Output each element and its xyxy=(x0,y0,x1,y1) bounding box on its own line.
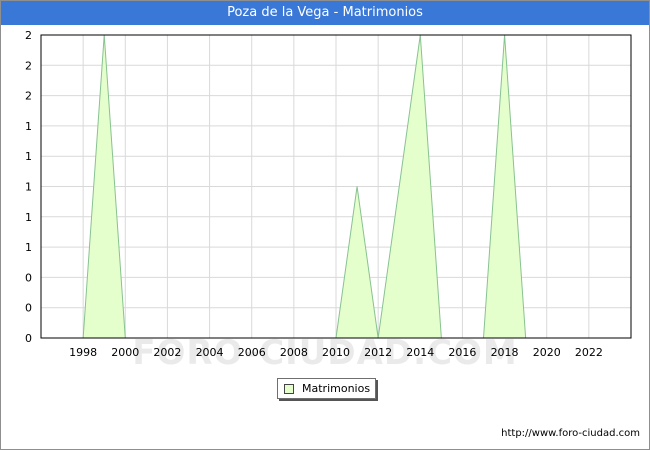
legend: Matrimonios xyxy=(277,378,376,399)
x-tick-label: 1998 xyxy=(69,346,97,359)
y-tick-label: 0 xyxy=(25,302,32,315)
x-tick-label: 2008 xyxy=(280,346,308,359)
y-tick-label: 0 xyxy=(25,271,32,284)
x-tick-label: 2014 xyxy=(406,346,434,359)
y-tick-label: 2 xyxy=(25,90,32,103)
x-tick-label: 2000 xyxy=(111,346,139,359)
y-tick-label: 2 xyxy=(25,29,32,42)
y-tick-label: 1 xyxy=(25,150,32,163)
x-tick-label: 2002 xyxy=(153,346,181,359)
y-tick-label: 2 xyxy=(25,59,32,72)
x-tick-label: 2010 xyxy=(322,346,350,359)
y-tick-label: 1 xyxy=(25,181,32,194)
x-tick-label: 2016 xyxy=(448,346,476,359)
y-tick-label: 1 xyxy=(25,120,32,133)
x-tick-label: 2006 xyxy=(238,346,266,359)
x-tick-label: 2012 xyxy=(364,346,392,359)
y-tick-label: 0 xyxy=(25,332,32,345)
chart-window: Poza de la Vega - Matrimonios FORO-CIUDA… xyxy=(0,0,650,450)
y-tick-label: 1 xyxy=(25,211,32,224)
legend-label: Matrimonios xyxy=(302,382,371,395)
x-tick-label: 2020 xyxy=(533,346,561,359)
x-tick-label: 2004 xyxy=(196,346,224,359)
x-tick-label: 2022 xyxy=(575,346,603,359)
x-tick-label: 2018 xyxy=(491,346,519,359)
source-url: http://www.foro-ciudad.com xyxy=(501,428,640,439)
y-tick-label: 1 xyxy=(25,241,32,254)
legend-swatch xyxy=(284,384,294,394)
